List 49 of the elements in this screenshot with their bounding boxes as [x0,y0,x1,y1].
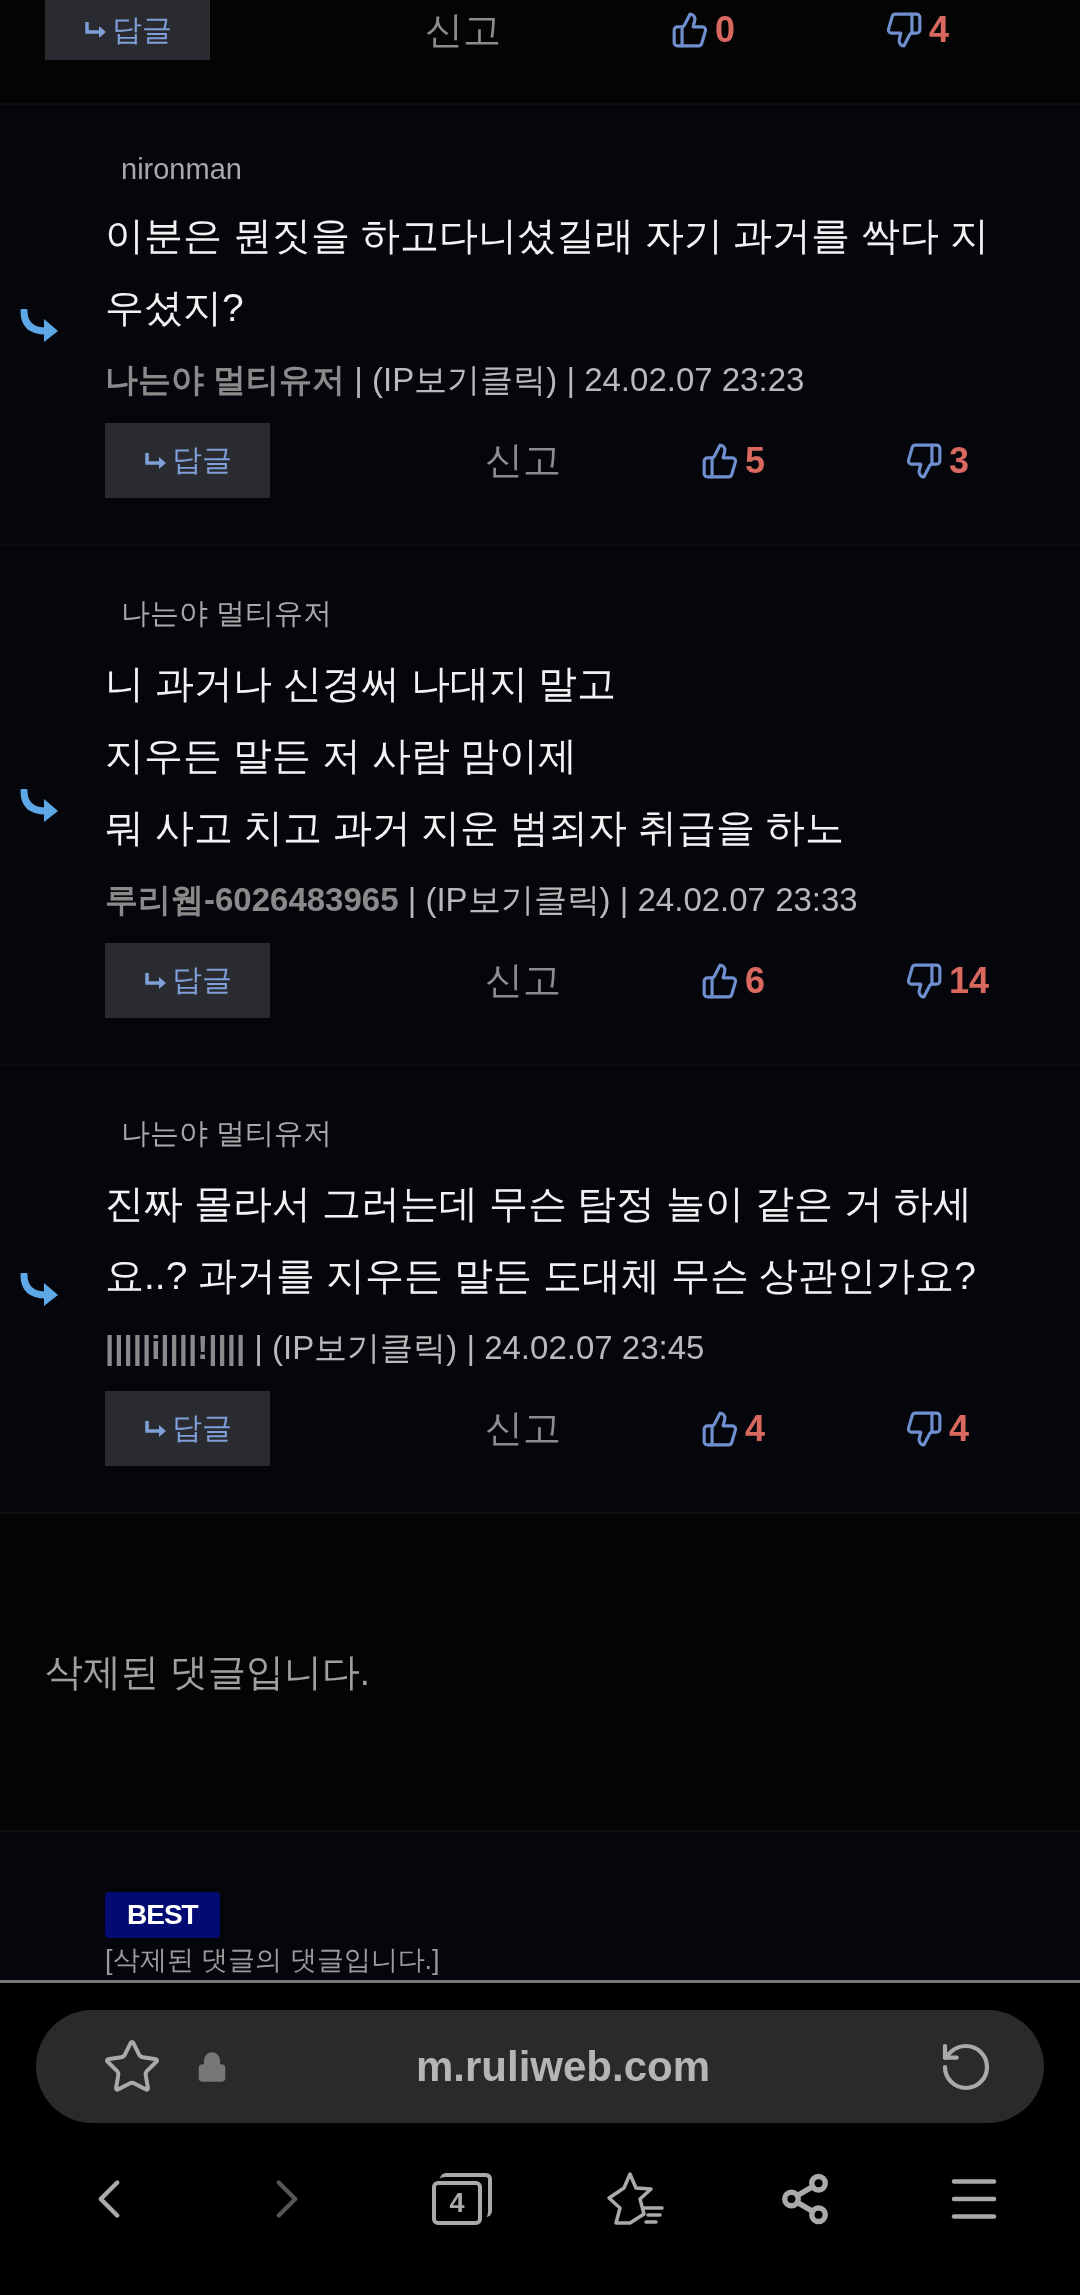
reply-arrow-icon [143,451,168,470]
reply-arrow-icon [83,21,108,39]
reply-button[interactable]: 답글 [105,943,270,1018]
reply-to-name: nironman [120,153,243,186]
thumbs-down-icon [905,1409,944,1448]
address-bar[interactable]: m.ruliweb.com [36,2010,1044,2123]
dislike-button[interactable]: 4 [885,9,950,51]
comment-meta: 루리웹-6026483965 | (IP보기클릭) | 24.02.07 23:33 [105,880,859,920]
thumbs-up-icon [701,1409,739,1448]
reply-arrow-icon [143,971,168,990]
dislike-button[interactable]: 14 [905,959,990,1002]
report-button[interactable]: 신고 [485,435,561,486]
reply-button[interactable]: 답글 [105,1391,270,1466]
reply-button[interactable]: 답글 [45,0,210,60]
like-button[interactable]: 6 [701,959,766,1002]
comment-text: 니 과거나 신경써 나대지 말고 [105,661,618,707]
best-badge: BEST [105,1892,220,1938]
like-button[interactable]: 4 [701,1407,766,1450]
dislike-button[interactable]: 3 [905,439,970,482]
report-button[interactable]: 신고 [485,955,561,1006]
reply-arrow-icon [20,308,60,343]
url-text: m.ruliweb.com [414,2042,712,2091]
comment-meta: 나는야 멀티유저 | (IP보기클릭) | 24.02.07 23:23 [105,360,806,400]
comment-text: 지우든 말든 저 사람 맘이제 [105,733,579,779]
report-button[interactable]: 신고 [485,1403,561,1454]
comment-text: 뭐 사고 치고 과거 지운 범죄자 취급을 하노 [105,805,845,851]
reply-arrow-icon [143,1419,168,1438]
reply-to-name: 나는야 멀티유저 [120,596,334,631]
dislike-button[interactable]: 4 [905,1407,970,1450]
like-button[interactable]: 0 [671,9,736,51]
reply-arrow-icon [20,789,60,823]
comment-text: [삭제된 댓글의 댓글입니다.] [105,1944,440,1977]
thumbs-down-icon [905,961,944,1000]
comment-text: 진짜 몰라서 그러는데 무슨 탐정 놀이 같은 거 하세요..? 과거를 지우든 말든 도대체 무슨 상관인가요? [105,1181,978,1299]
thumbs-down-icon [905,441,944,480]
like-button[interactable]: 5 [701,439,766,482]
thumbs-up-icon [701,441,739,480]
reply-arrow-icon [20,1273,60,1307]
comment-meta: |||||i||||!|||| | (IP보기클릭) | 24.02.07 23:45 [105,1328,706,1368]
report-button[interactable]: 신고 [425,4,501,56]
thumbs-up-icon [701,961,739,1000]
thumbs-up-icon [671,11,709,49]
comment-text: 이분은 뭔짓을 하고다니셨길래 자기 과거를 싹다 지우셨지? [105,213,990,331]
deleted-comment-text: 삭제된 댓글입니다. [45,1649,371,1695]
lock-icon [196,2050,228,2083]
reply-to-name: 나는야 멀티유저 [120,1116,334,1151]
bookmarks-icon[interactable] [604,2170,666,2228]
reply-button[interactable]: 답글 [105,423,270,498]
thumbs-down-icon [885,11,924,49]
